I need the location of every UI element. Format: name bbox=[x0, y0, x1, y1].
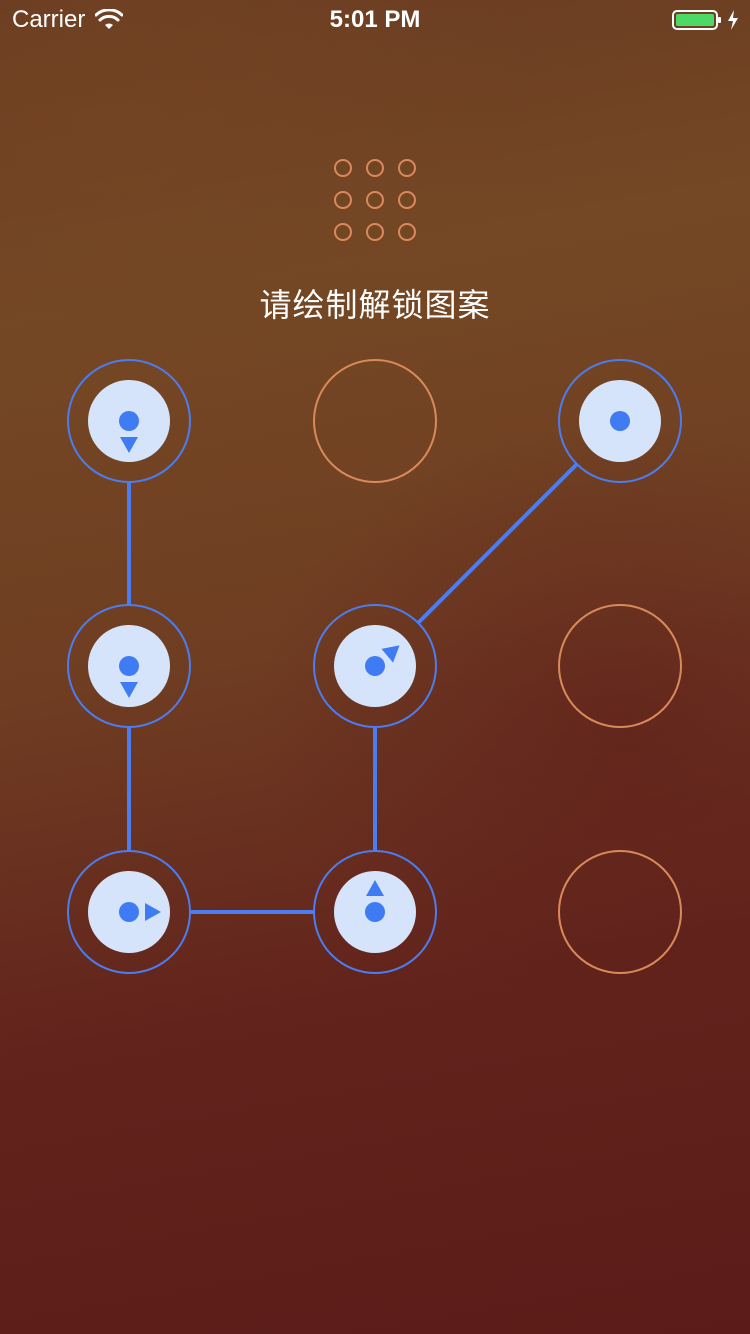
node-center-dot bbox=[365, 902, 385, 922]
node-center-dot bbox=[119, 656, 139, 676]
pattern-node-5[interactable] bbox=[313, 604, 437, 728]
node-ring bbox=[558, 850, 682, 974]
pattern-node-4[interactable] bbox=[67, 604, 191, 728]
pattern-node-1[interactable] bbox=[67, 359, 191, 483]
pattern-lock-canvas[interactable] bbox=[0, 0, 750, 1334]
node-center-dot bbox=[119, 902, 139, 922]
pattern-node-3[interactable] bbox=[558, 359, 682, 483]
pattern-nodes[interactable] bbox=[67, 359, 682, 974]
node-ring bbox=[313, 359, 437, 483]
node-center-dot bbox=[365, 656, 385, 676]
pattern-connector-line bbox=[416, 462, 579, 625]
pattern-node-9[interactable] bbox=[558, 850, 682, 974]
pattern-node-7[interactable] bbox=[67, 850, 191, 974]
node-center-dot bbox=[119, 411, 139, 431]
pattern-node-6[interactable] bbox=[558, 604, 682, 728]
pattern-node-8[interactable] bbox=[313, 850, 437, 974]
node-ring bbox=[558, 604, 682, 728]
node-center-dot bbox=[610, 411, 630, 431]
pattern-node-2[interactable] bbox=[313, 359, 437, 483]
